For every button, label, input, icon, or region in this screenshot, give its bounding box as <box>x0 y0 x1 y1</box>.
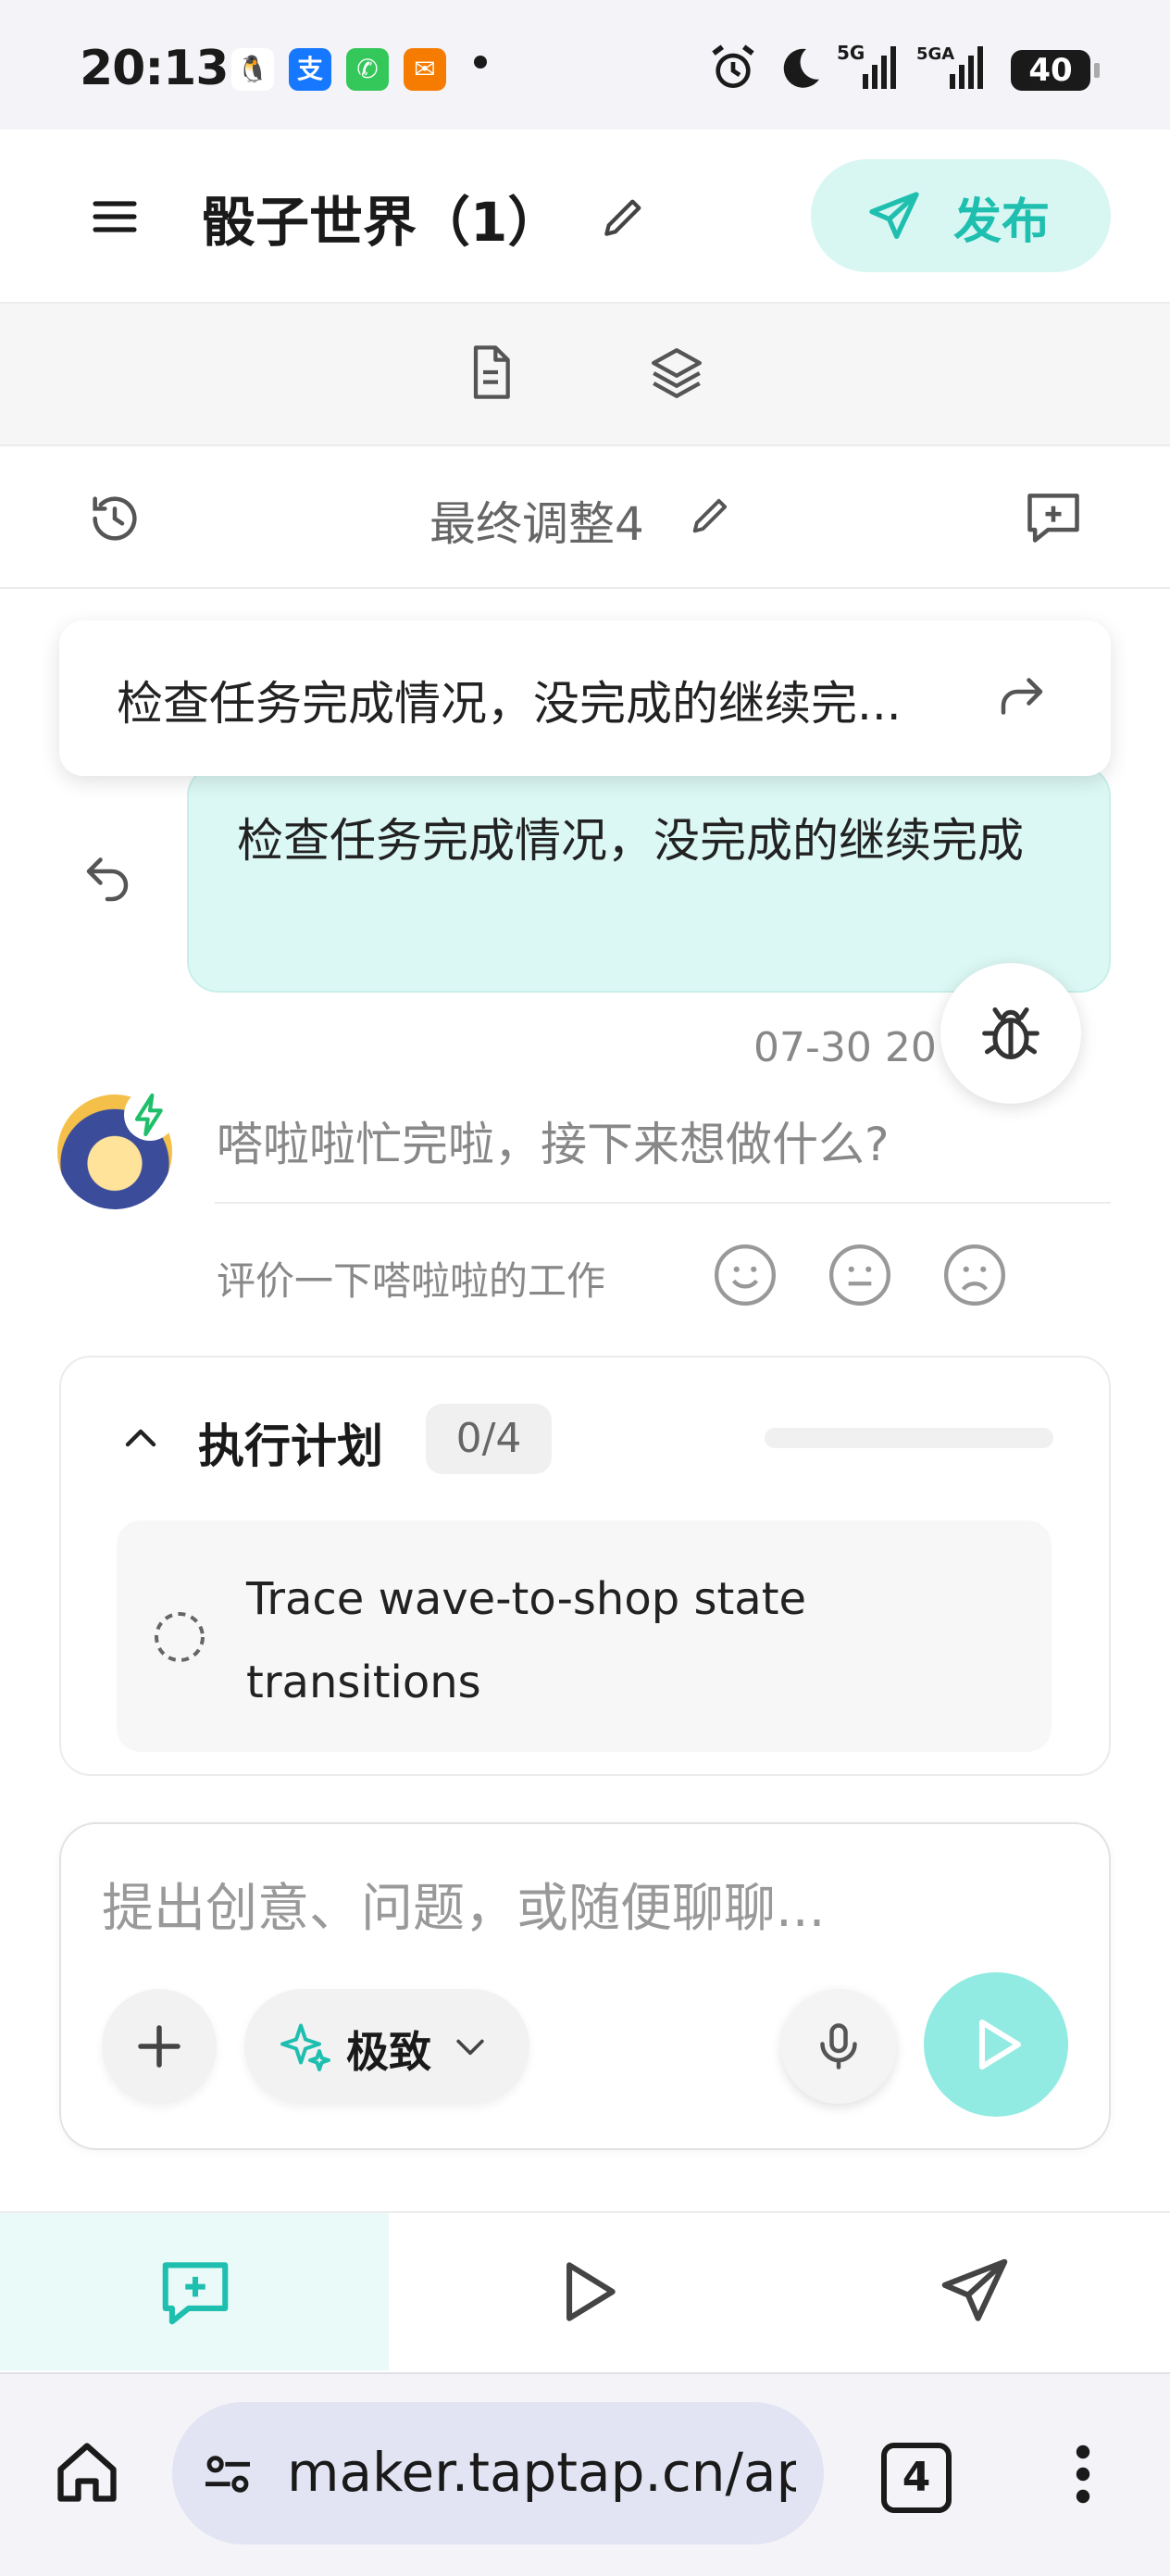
rating-prompt: 评价一下嗒啦啦的工作 <box>217 1258 606 1304</box>
mode-label: 极致 <box>346 2027 431 2077</box>
tab-play-icon[interactable] <box>546 2252 626 2332</box>
do-not-disturb-moon-icon <box>774 43 826 94</box>
signal-5ga-icon: 5GA <box>916 41 990 93</box>
plan-count-badge: 0/4 <box>426 1404 552 1474</box>
edit-title-pencil-icon[interactable] <box>598 191 650 243</box>
mail-app-icon: ✉ <box>404 48 446 91</box>
signal-5g-icon: 5G <box>837 41 902 93</box>
chat-plus-icon <box>156 2252 235 2332</box>
pending-message-text: 检查任务完成情况，没完成的继续完... <box>117 677 902 731</box>
network1-text: 5G <box>837 42 865 64</box>
play-send-icon <box>963 2011 1029 2078</box>
site-settings-icon[interactable] <box>198 2445 257 2504</box>
chevron-down-icon <box>450 2026 491 2067</box>
sad-face-icon[interactable] <box>940 1241 1009 1309</box>
status-time: 20:13 <box>80 41 230 96</box>
more-menu-icon[interactable] <box>1064 2441 1102 2507</box>
plan-progress-bar <box>765 1428 1053 1448</box>
plus-icon <box>131 2019 187 2074</box>
alarm-icon <box>707 43 759 94</box>
alipay-app-icon: 支 <box>289 48 331 91</box>
battery-indicator: 40 <box>1011 50 1100 91</box>
user-message-text: 检查任务完成情况，没完成的继续完成 <box>237 814 1024 868</box>
microphone-icon <box>811 2019 866 2074</box>
edit-version-pencil-icon[interactable] <box>687 491 735 539</box>
tab-publish-icon[interactable] <box>935 2252 1014 2332</box>
message-input[interactable]: 提出创意、问题，或随便聊聊... <box>102 1867 1009 1942</box>
tab-switcher-button[interactable]: 4 <box>881 2443 952 2513</box>
new-chat-icon[interactable] <box>1022 485 1085 548</box>
home-icon[interactable] <box>52 2437 122 2507</box>
view-toolbar <box>0 304 1170 446</box>
chevron-up-icon[interactable] <box>118 1417 163 1461</box>
undo-revert-icon[interactable] <box>80 848 135 904</box>
publish-label: 发布 <box>953 194 1051 250</box>
plan-title[interactable]: 执行计划 <box>198 1409 383 1476</box>
document-icon[interactable] <box>461 343 520 402</box>
layers-icon[interactable] <box>646 343 707 404</box>
plan-task-text: Trace wave-to-shop state transitions <box>246 1573 807 1708</box>
assistant-message-text: 嗒啦啦忙完啦，接下来想做什么? <box>217 1118 890 1171</box>
history-clock-icon[interactable] <box>85 489 144 548</box>
menu-icon[interactable] <box>89 191 141 243</box>
neutral-face-icon[interactable] <box>826 1241 894 1309</box>
message-timestamp: 07-30 20 <box>753 1024 937 1071</box>
notification-dot-icon <box>474 56 487 69</box>
divider <box>215 1202 1111 1204</box>
pending-status-circle-icon <box>152 1609 207 1665</box>
url-text: maker.taptap.cn/app <box>287 2441 796 2504</box>
qq-app-icon: 🐧 <box>231 48 274 91</box>
phone-app-icon: ✆ <box>346 48 389 91</box>
send-paper-plane-icon <box>865 187 924 246</box>
happy-face-icon[interactable] <box>711 1241 779 1309</box>
version-name[interactable]: 最终调整4 <box>429 487 644 554</box>
page-title: 骰子世界（1） <box>202 191 562 254</box>
forward-arrow-icon[interactable] <box>994 669 1050 724</box>
sparkle-icon <box>278 2019 333 2074</box>
bug-icon <box>979 1002 1042 1065</box>
svg-text:5GA: 5GA <box>916 44 954 64</box>
lightning-badge-icon <box>124 1089 176 1141</box>
